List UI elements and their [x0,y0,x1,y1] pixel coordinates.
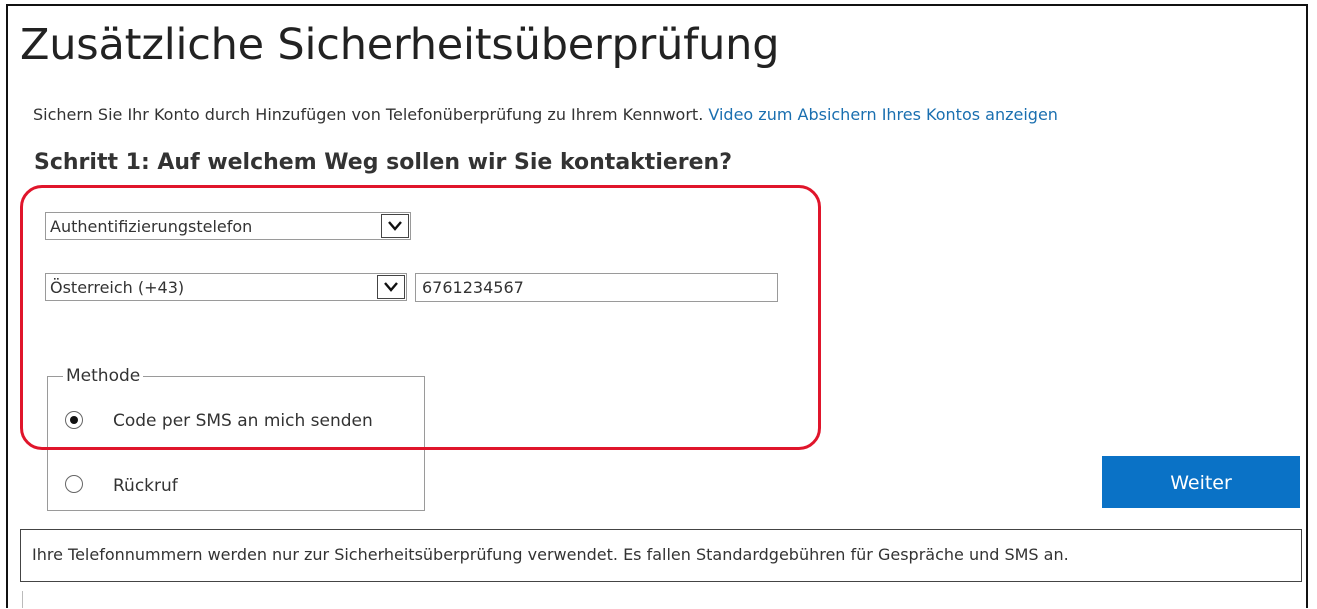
page-frame [6,4,1308,608]
contact-method-select[interactable]: Authentifizierungstelefon [45,212,411,240]
chevron-down-icon [384,282,398,292]
country-value: Österreich (+43) [50,278,185,297]
callback-radio-label[interactable]: Rückruf [113,476,178,496]
country-dropdown-button[interactable] [377,275,405,299]
contact-method-value: Authentifizierungstelefon [50,217,253,236]
callback-radio[interactable] [65,475,83,493]
sms-radio-label[interactable]: Code per SMS an mich senden [113,411,373,431]
method-legend: Methode [63,366,144,386]
phone-number-input[interactable] [415,273,778,302]
intro-text: Sichern Sie Ihr Konto durch Hinzufügen v… [33,105,1058,124]
contact-method-dropdown-button[interactable] [381,214,409,238]
chevron-down-icon [388,221,402,231]
video-link[interactable]: Video zum Absichern Ihres Kontos anzeige… [708,105,1058,124]
notice-box: Ihre Telefonnummern werden nur zur Siche… [20,529,1302,582]
sms-radio[interactable] [65,411,83,429]
page-title: Zusätzliche Sicherheitsüberprüfung [20,20,780,70]
step-heading: Schritt 1: Auf welchem Weg sollen wir Si… [34,150,732,175]
notice-text: Ihre Telefonnummern werden nur zur Siche… [32,545,1069,564]
country-select[interactable]: Österreich (+43) [45,273,407,301]
intro-description: Sichern Sie Ihr Konto durch Hinzufügen v… [33,105,704,124]
method-fieldset [47,376,425,511]
next-button[interactable]: Weiter [1102,456,1300,508]
divider [22,591,23,608]
